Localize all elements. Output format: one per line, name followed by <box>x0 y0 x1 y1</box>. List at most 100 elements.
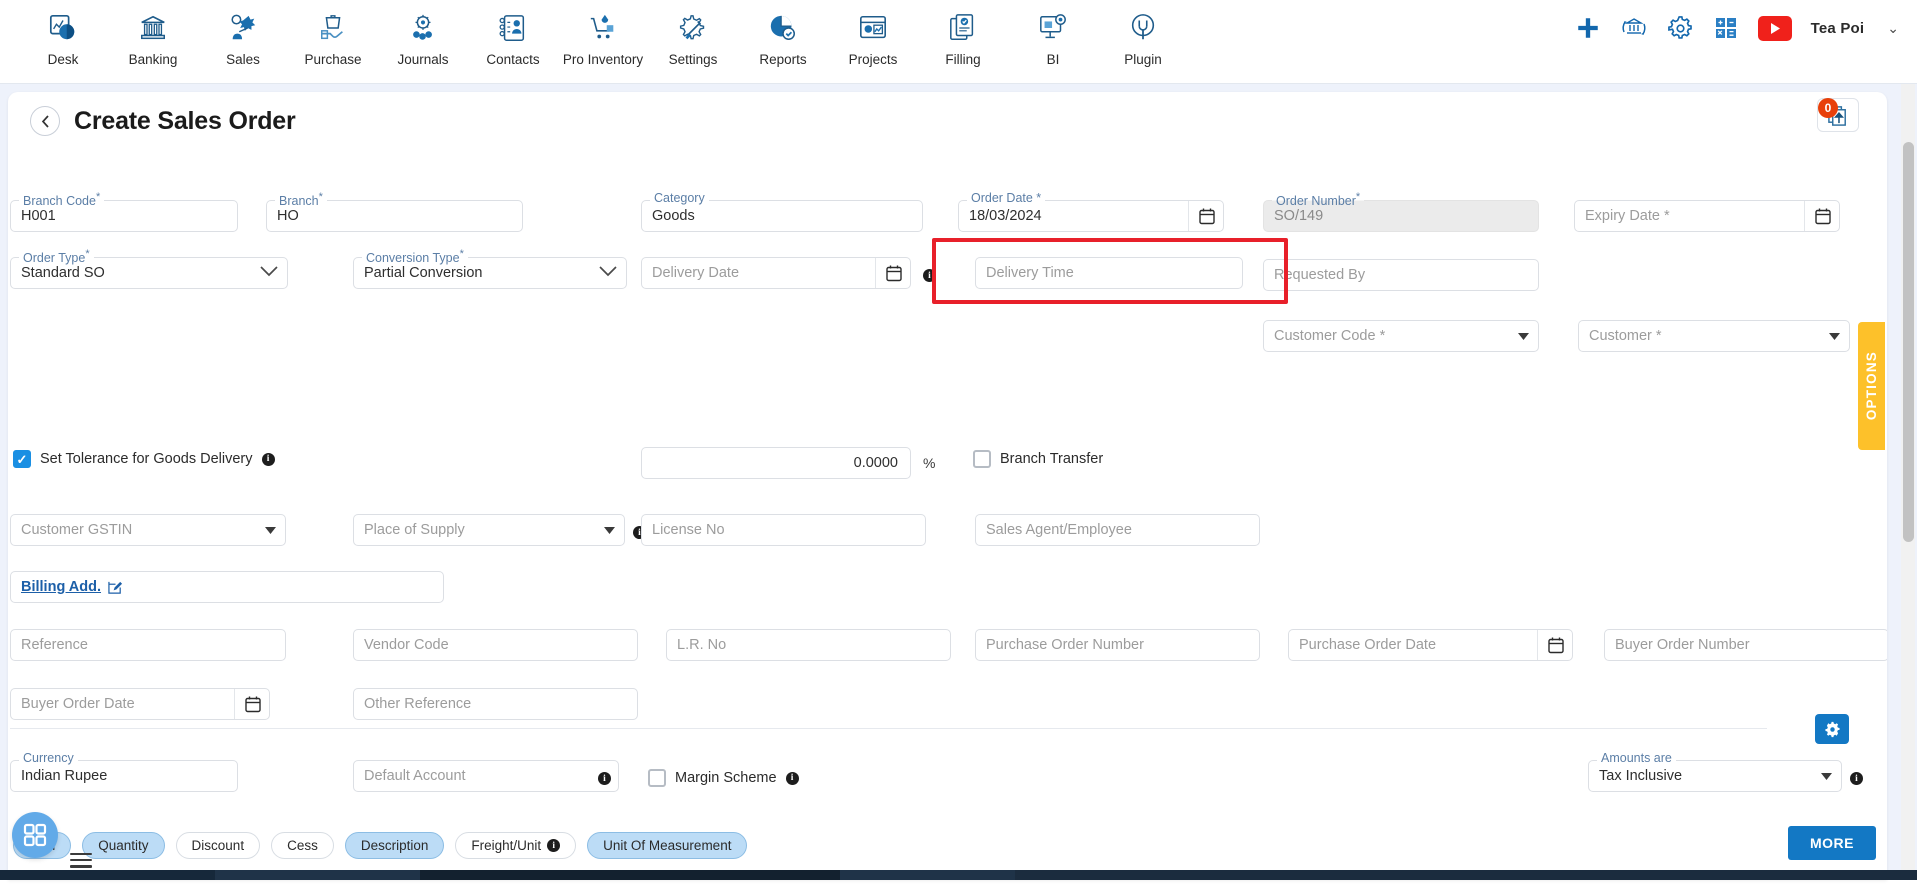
divider <box>1804 201 1805 231</box>
caret-down-icon[interactable] <box>604 522 615 538</box>
calendar-icon[interactable] <box>1548 637 1564 654</box>
chevron-down-icon[interactable] <box>599 265 617 281</box>
amounts-are-info-icon[interactable]: i <box>1850 772 1863 785</box>
nav-item-journals[interactable]: Journals <box>378 6 468 67</box>
chevron-down-icon[interactable] <box>260 265 278 281</box>
purchase-order-date-field[interactable]: Purchase Order Date <box>1288 629 1573 661</box>
margin-scheme-row[interactable]: Margin Scheme i <box>648 769 799 787</box>
nav-label: Contacts <box>486 52 540 67</box>
pill-unit-of-measurement[interactable]: Unit Of Measurement <box>587 832 748 859</box>
options-side-tab[interactable]: OPTIONS <box>1858 322 1885 450</box>
more-button[interactable]: MORE <box>1788 826 1876 860</box>
place-of-supply-field[interactable]: Place of Supply <box>353 514 625 546</box>
set-tolerance-checkbox[interactable] <box>13 450 31 468</box>
branch-field[interactable]: Branch* HO <box>266 191 523 232</box>
expiry-date-field[interactable]: Expiry Date * <box>1574 200 1840 232</box>
nav-label: Projects <box>848 52 898 67</box>
reference-field[interactable]: Reference <box>10 629 286 661</box>
branch-code-field[interactable]: Branch Code* H001 <box>10 191 238 232</box>
user-name-label[interactable]: Tea Poi <box>1811 20 1865 37</box>
pill-description[interactable]: Description <box>344 832 445 859</box>
default-account-info-icon[interactable]: i <box>598 772 611 785</box>
chevron-down-icon[interactable]: ⌄ <box>1887 20 1899 37</box>
other-reference-field[interactable]: Other Reference <box>353 688 638 720</box>
calendar-icon[interactable] <box>886 265 902 282</box>
caret-down-icon[interactable] <box>1829 328 1840 344</box>
nav-item-banking[interactable]: Banking <box>108 6 198 67</box>
amounts-are-field[interactable]: Amounts are Tax Inclusive <box>1588 751 1842 792</box>
calendar-icon[interactable] <box>245 696 261 713</box>
delivery-time-field[interactable]: Delivery Time <box>975 257 1243 289</box>
caret-down-icon[interactable] <box>1821 768 1832 784</box>
nav-item-desk[interactable]: Desk <box>18 6 108 67</box>
nav-item-bi[interactable]: BI <box>1008 6 1098 67</box>
refresh-company-icon[interactable] <box>1620 14 1648 42</box>
buyer-order-date-field[interactable]: Buyer Order Date <box>10 688 270 720</box>
upload-file-icon[interactable]: 0 <box>1817 98 1859 132</box>
vertical-scrollbar-thumb[interactable] <box>1903 142 1914 542</box>
billing-address-link[interactable]: Billing Add. <box>21 579 101 595</box>
order-date-label: Order Date * <box>967 191 1046 205</box>
pill-discount[interactable]: Discount <box>175 832 261 859</box>
settings-icon <box>676 10 710 46</box>
license-no-field[interactable]: License No <box>641 514 926 546</box>
nav-label: Journals <box>397 52 449 67</box>
nav-item-pro-inventory[interactable]: Pro Inventory <box>558 6 648 67</box>
nav-item-contacts[interactable]: Contacts <box>468 6 558 67</box>
grid-view-button[interactable] <box>12 812 58 858</box>
nav-item-filling[interactable]: Filling <box>918 6 1008 67</box>
delivery-date-field[interactable]: Delivery Date <box>641 257 911 289</box>
strip-segment <box>1015 870 1917 880</box>
currency-field[interactable]: Currency Indian Rupee <box>10 751 238 792</box>
margin-scheme-checkbox[interactable] <box>648 769 666 787</box>
lr-no-field[interactable]: L.R. No <box>666 629 951 661</box>
nav-item-sales[interactable]: Sales <box>198 6 288 67</box>
calendar-icon[interactable] <box>1815 208 1831 225</box>
calculator-icon[interactable] <box>1713 15 1739 41</box>
vendor-code-field[interactable]: Vendor Code <box>353 629 638 661</box>
default-account-field[interactable]: Default Account <box>353 760 619 792</box>
branch-transfer-checkbox[interactable] <box>973 450 991 468</box>
requested-by-field[interactable]: Requested By <box>1263 259 1539 291</box>
sales-agent-field[interactable]: Sales Agent/Employee <box>975 514 1260 546</box>
buyer-order-number-field[interactable]: Buyer Order Number <box>1604 629 1887 661</box>
settings-gear-button[interactable] <box>1815 714 1849 744</box>
nav-label: Banking <box>128 52 178 67</box>
billing-address-field[interactable]: Billing Add. <box>10 571 444 603</box>
order-type-field[interactable]: Order Type* Standard SO <box>10 248 288 289</box>
customer-field[interactable]: Customer * <box>1578 320 1850 352</box>
gear-icon[interactable] <box>1667 15 1694 42</box>
nav-item-reports[interactable]: Reports <box>738 6 828 67</box>
caret-down-icon[interactable] <box>265 522 276 538</box>
set-tolerance-info-icon[interactable]: i <box>261 452 275 466</box>
nav-item-projects[interactable]: Projects <box>828 6 918 67</box>
menu-hamburger-icon[interactable] <box>70 849 92 871</box>
amounts-are-value: Tax Inclusive <box>1599 768 1683 784</box>
nav-item-purchase[interactable]: Purchase <box>288 6 378 67</box>
pill-freight-unit[interactable]: Freight/Unit i <box>455 832 577 859</box>
edit-pencil-icon[interactable] <box>108 580 123 595</box>
buyer-order-date-placeholder: Buyer Order Date <box>21 696 135 712</box>
pill-cess[interactable]: Cess <box>271 832 334 859</box>
add-plus-icon[interactable] <box>1575 15 1601 41</box>
upload-count-badge: 0 <box>1818 98 1838 118</box>
nav-item-settings[interactable]: Settings <box>648 6 738 67</box>
chevron-left-icon[interactable] <box>30 106 60 136</box>
conversion-type-field[interactable]: Conversion Type* Partial Conversion <box>353 248 627 289</box>
set-tolerance-row[interactable]: Set Tolerance for Goods Delivery i <box>13 450 275 468</box>
order-date-field[interactable]: Order Date * 18/03/2024 <box>958 191 1224 232</box>
nav-item-plugin[interactable]: Plugin <box>1098 6 1188 67</box>
customer-gstin-field[interactable]: Customer GSTIN <box>10 514 286 546</box>
customer-code-field[interactable]: Customer Code * <box>1263 320 1539 352</box>
calendar-icon[interactable] <box>1199 208 1215 225</box>
branch-transfer-row[interactable]: Branch Transfer <box>973 450 1103 468</box>
purchase-order-number-field[interactable]: Purchase Order Number <box>975 629 1260 661</box>
tolerance-percent-field[interactable]: 0.0000 <box>641 447 911 479</box>
delivery-date-info-icon[interactable]: i <box>923 269 936 282</box>
margin-scheme-info-icon[interactable]: i <box>785 771 799 785</box>
youtube-icon[interactable] <box>1757 15 1792 41</box>
category-field[interactable]: Category Goods <box>641 191 923 232</box>
freight-unit-info-icon[interactable]: i <box>547 839 561 852</box>
pill-quantity[interactable]: Quantity <box>82 832 165 859</box>
caret-down-icon[interactable] <box>1518 328 1529 344</box>
